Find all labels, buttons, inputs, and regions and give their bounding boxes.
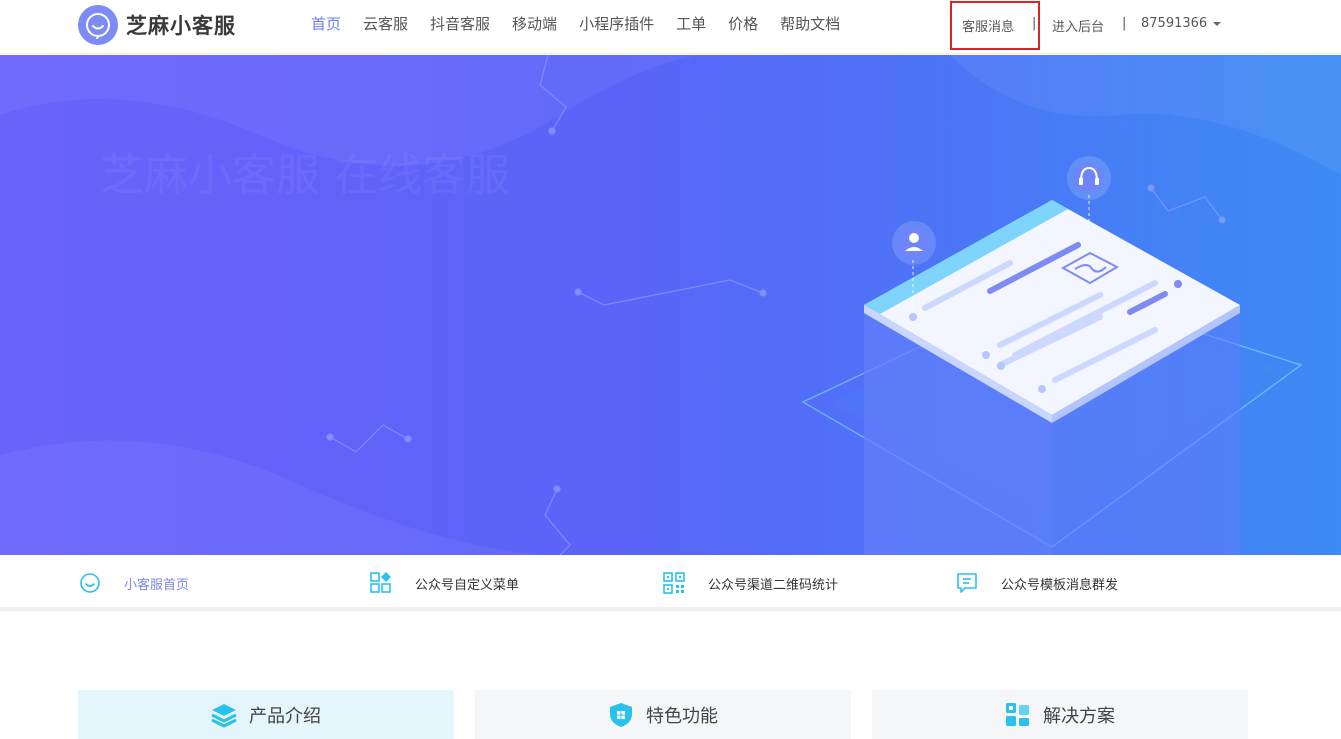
layers-icon [211, 702, 237, 728]
subnav-custom-menu[interactable]: 公众号自定义菜单 [369, 555, 519, 611]
brand-name: 芝麻小客服 [126, 14, 236, 38]
smile-icon [78, 571, 102, 595]
account-id: 87591366 [1141, 16, 1208, 31]
nav-mobile[interactable]: 移动端 [512, 13, 557, 34]
nav-douyin-service[interactable]: 抖音客服 [430, 13, 490, 34]
nav-pricing[interactable]: 价格 [728, 13, 758, 34]
subnav-label: 公众号自定义菜单 [415, 577, 520, 593]
tab-label: 特色功能 [646, 705, 718, 727]
subnav-qrcode-stats[interactable]: 公众号渠道二维码统计 [662, 555, 838, 611]
separator: | [1032, 16, 1037, 31]
kf-message-link[interactable]: 客服消息 [962, 16, 1014, 35]
tab-product-intro[interactable]: 产品介绍 [78, 690, 454, 739]
nav-help-docs[interactable]: 帮助文档 [780, 13, 840, 34]
nav-miniprogram-plugin[interactable]: 小程序插件 [579, 13, 654, 34]
account-menu[interactable]: 87591366 [1141, 16, 1222, 31]
nav-home[interactable]: 首页 [311, 13, 341, 34]
subnav-home[interactable]: 小客服首页 [78, 555, 189, 611]
svg-text:芝麻小客服 在线客服: 芝麻小客服 在线客服 [100, 150, 510, 201]
tab-features[interactable]: 特色功能 [475, 690, 851, 739]
separator: | [1122, 16, 1127, 31]
hero-banner: 芝麻小客服 在线客服 [0, 55, 1341, 555]
nav-ticket[interactable]: 工单 [676, 13, 706, 34]
smile-logo-icon [78, 5, 118, 45]
caret-down-icon [1213, 21, 1222, 26]
tab-label: 解决方案 [1043, 705, 1115, 727]
blocks-icon [1005, 702, 1031, 728]
subnav-label: 公众号渠道二维码统计 [708, 577, 839, 593]
feature-subnav: 小客服首页 公众号自定义菜单 公众号渠道二维码统计 公众号模板消息群发 [0, 555, 1341, 611]
grid-menu-icon [369, 571, 393, 595]
section-tabs: 产品介绍 特色功能 解决方案 [0, 690, 1341, 739]
main-nav: 首页 云客服 抖音客服 移动端 小程序插件 工单 价格 帮助文档 [300, 0, 851, 46]
tab-solutions[interactable]: 解决方案 [872, 690, 1248, 739]
tab-label: 产品介绍 [249, 705, 321, 727]
message-icon [955, 571, 979, 595]
nav-cloud-service[interactable]: 云客服 [363, 13, 408, 34]
subnav-label: 小客服首页 [124, 577, 190, 593]
top-header: 芝麻小客服 首页 云客服 抖音客服 移动端 小程序插件 工单 价格 帮助文档 客… [0, 0, 1341, 54]
subnav-label: 公众号模板消息群发 [1001, 577, 1119, 593]
qrcode-icon [662, 571, 686, 595]
brand-logo[interactable]: 芝麻小客服 [78, 4, 236, 46]
hero-illustration: 芝麻小客服 在线客服 [0, 55, 1341, 555]
admin-link[interactable]: 进入后台 [1052, 16, 1104, 35]
subnav-template-message[interactable]: 公众号模板消息群发 [955, 555, 1118, 611]
shield-icon [608, 702, 634, 728]
